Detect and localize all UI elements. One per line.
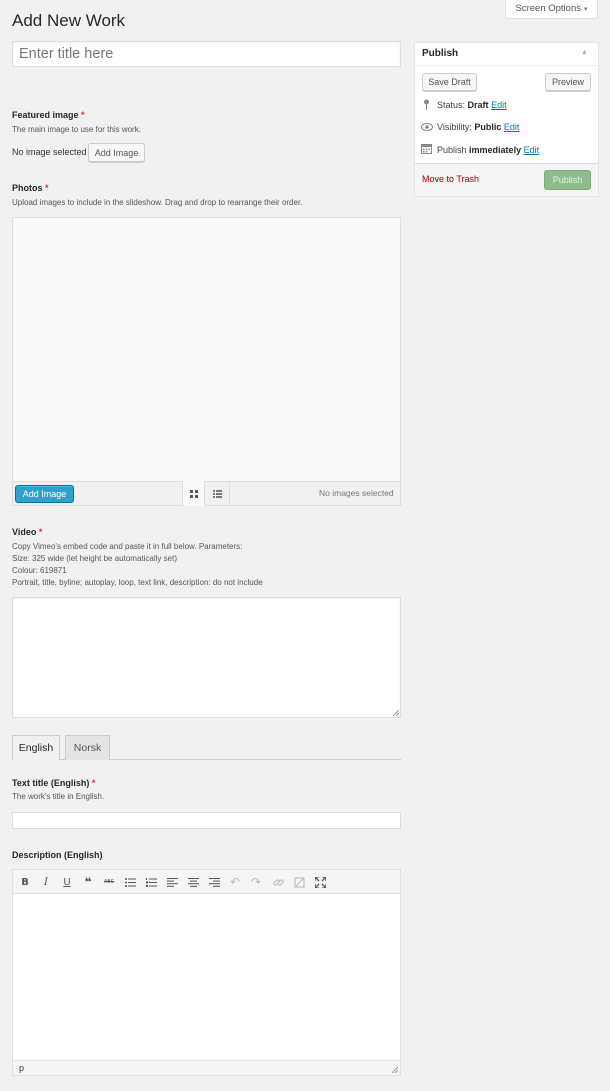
edit-visibility-link[interactable]: Edit — [504, 122, 520, 132]
text-title-description: The work's title in English. — [12, 792, 105, 801]
photos-label-text: Photos — [12, 183, 43, 193]
list-view-icon[interactable] — [205, 481, 230, 506]
description-editor — [12, 869, 401, 1076]
video-size-line: Size: 325 wide (let height be automatica… — [12, 554, 177, 563]
required-marker: * — [81, 110, 85, 120]
text-title-label: Text title (English) * — [12, 778, 95, 788]
move-to-trash-link[interactable]: Move to Trash — [422, 174, 479, 184]
grid-view-icon[interactable] — [182, 481, 205, 506]
undo-icon[interactable]: ↶ — [225, 872, 245, 892]
video-instructions-line: Copy Vimeo's embed code and paste it in … — [12, 542, 243, 551]
video-label-text: Video — [12, 527, 37, 537]
required-marker: * — [38, 527, 43, 537]
strikethrough-icon[interactable]: ABC — [99, 872, 119, 892]
pin-icon — [422, 99, 431, 112]
italic-icon[interactable]: I — [36, 872, 56, 892]
screen-options-button[interactable]: Screen Options ▾ — [505, 0, 598, 19]
video-label: Video * — [12, 527, 42, 537]
add-featured-image-button[interactable]: Add Image — [88, 143, 145, 162]
post-status-row: Status: Draft Edit — [437, 100, 507, 110]
screen-options-label: Screen Options — [515, 3, 581, 14]
publish-label: Publish — [437, 145, 467, 155]
collapse-arrow-icon[interactable]: ▲ — [581, 49, 588, 56]
visibility-value: Public — [474, 122, 502, 132]
unlink-icon[interactable] — [289, 872, 309, 892]
publish-value: immediately — [469, 145, 522, 155]
title-input[interactable] — [12, 41, 401, 67]
required-marker: * — [45, 183, 49, 193]
status-label: Status: — [437, 100, 466, 110]
eye-icon — [421, 123, 433, 133]
featured-image-status: No image selected — [12, 147, 87, 157]
photos-label: Photos * — [12, 183, 49, 193]
status-value: Draft — [467, 100, 489, 110]
text-title-input[interactable] — [12, 812, 401, 829]
numbered-list-icon[interactable] — [141, 872, 161, 892]
calendar-icon — [421, 143, 432, 156]
link-icon[interactable] — [268, 872, 288, 892]
edit-status-link[interactable]: Edit — [491, 100, 507, 110]
bullet-list-icon[interactable] — [120, 872, 140, 892]
underline-icon[interactable]: U — [57, 872, 77, 892]
text-title-label-text: Text title (English) — [12, 778, 90, 788]
redo-icon[interactable]: ↷ — [246, 872, 266, 892]
video-colour-line: Colour: 619871 — [12, 566, 67, 575]
align-left-icon[interactable] — [162, 872, 182, 892]
images-selected-count: No images selected — [319, 488, 394, 498]
publish-button[interactable]: Publish — [544, 170, 591, 190]
visibility-row: Visibility: Public Edit — [437, 122, 519, 132]
video-embed-textarea[interactable] — [12, 597, 401, 718]
publish-schedule-row: Publish immediately Edit — [437, 145, 539, 155]
description-label: Description (English) — [12, 850, 103, 860]
editor-path: p — [13, 1060, 400, 1075]
photos-description: Upload images to include in the slidesho… — [12, 198, 303, 207]
video-options-line: Portrait, title, byline; autoplay, loop,… — [12, 578, 263, 587]
photo-gallery-dropzone[interactable] — [12, 217, 401, 506]
tab-norsk[interactable]: Norsk — [65, 735, 110, 760]
required-marker: * — [91, 778, 96, 788]
resize-handle-icon[interactable] — [392, 709, 399, 716]
bold-icon[interactable]: B — [15, 872, 35, 892]
featured-image-label: Featured image * — [12, 110, 85, 120]
add-photo-button[interactable]: Add Image — [15, 485, 74, 503]
align-center-icon[interactable] — [183, 872, 203, 892]
publish-box-title: Publish — [422, 48, 459, 59]
align-right-icon[interactable] — [204, 872, 224, 892]
visibility-label: Visibility: — [437, 122, 472, 132]
edit-schedule-link[interactable]: Edit — [524, 145, 540, 155]
caret-down-icon: ▾ — [583, 6, 588, 13]
tab-english[interactable]: English — [12, 735, 60, 760]
resize-handle-icon[interactable] — [391, 1066, 398, 1073]
preview-button[interactable]: Preview — [545, 73, 591, 91]
featured-image-label-text: Featured image — [12, 110, 79, 120]
featured-image-description: The main image to use for this work. — [12, 125, 141, 134]
save-draft-button[interactable]: Save Draft — [422, 73, 477, 91]
video-description: Copy Vimeo's embed code and paste it in … — [12, 541, 263, 589]
blockquote-icon[interactable]: ❝ — [78, 872, 98, 892]
page-title: Add New Work — [12, 11, 126, 30]
fullscreen-icon[interactable] — [310, 872, 330, 892]
